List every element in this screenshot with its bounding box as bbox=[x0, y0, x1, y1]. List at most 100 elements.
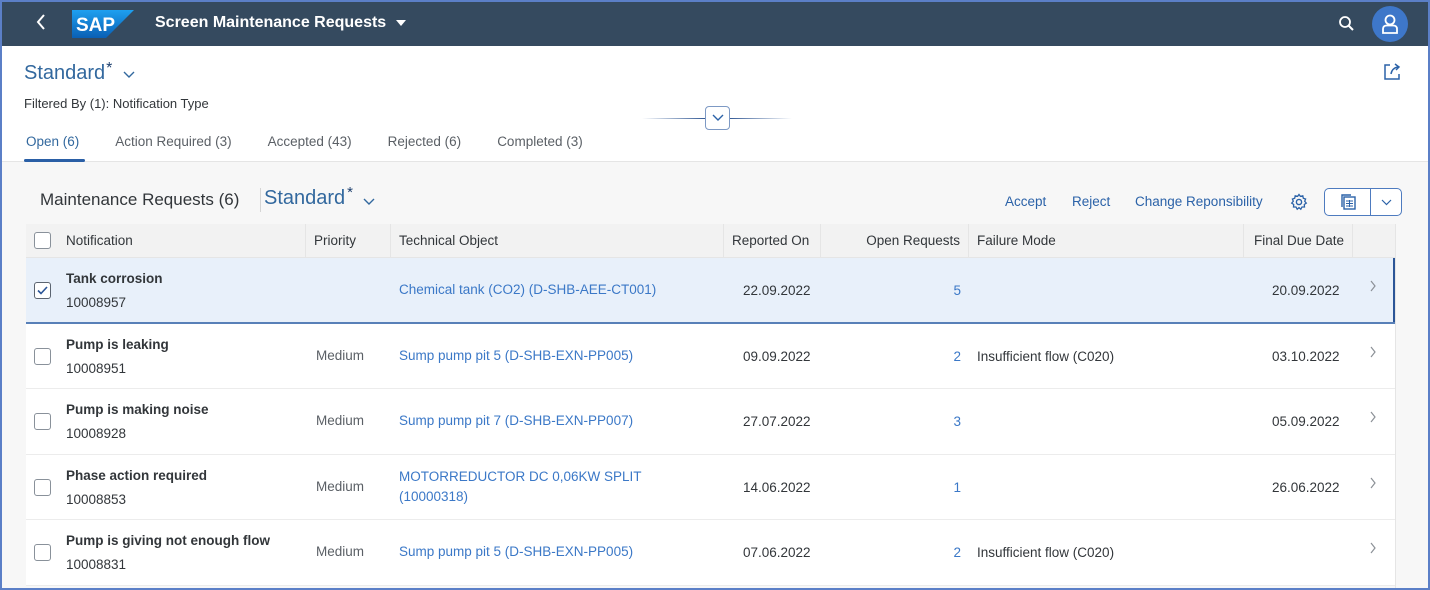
export-menu-button bbox=[1324, 188, 1402, 216]
export-to-spreadsheet-button[interactable] bbox=[1325, 189, 1371, 215]
technical-object-line2: (10000318) bbox=[399, 488, 469, 504]
table-scroll-gutter bbox=[1395, 224, 1428, 588]
chevron-right-icon bbox=[1370, 477, 1376, 488]
priority: Medium bbox=[316, 413, 365, 428]
final-due-date: 05.09.2022 bbox=[1272, 414, 1340, 429]
technical-object-link[interactable]: Sump pump pit 5 (D-SHB-EXN-PP005) bbox=[399, 346, 633, 366]
chevron-right-icon bbox=[1370, 411, 1376, 423]
tab-accepted[interactable]: Accepted (43) bbox=[266, 132, 354, 162]
row-navigation[interactable] bbox=[1369, 346, 1377, 361]
column-header-priority[interactable]: Priority bbox=[306, 224, 391, 258]
row-navigation[interactable] bbox=[1369, 477, 1377, 492]
change-responsibility-button[interactable]: Change Reponsibility bbox=[1135, 194, 1263, 209]
filter-header: Standard * Filtered By (1): Notification… bbox=[2, 46, 1428, 162]
tab-completed[interactable]: Completed (3) bbox=[495, 132, 585, 162]
final-due-date: 03.10.2022 bbox=[1272, 348, 1340, 364]
open-requests-link[interactable]: 2 bbox=[952, 545, 961, 560]
open-requests-link[interactable]: 3 bbox=[952, 414, 961, 429]
collapse-header-button[interactable] bbox=[705, 106, 730, 130]
variant-modified-marker: * bbox=[106, 60, 113, 77]
column-header-notification[interactable]: Notification bbox=[58, 224, 306, 258]
table-row[interactable]: Tank corrosion 10008957 Chemical tank (C… bbox=[26, 258, 1410, 324]
open-requests-link[interactable]: 2 bbox=[952, 349, 961, 364]
checkmark-icon bbox=[37, 286, 48, 295]
table-row[interactable]: Phase action required 10008853 Medium MO… bbox=[26, 454, 1410, 520]
row-navigation[interactable] bbox=[1369, 280, 1377, 295]
column-header-final-due-date[interactable]: Final Due Date bbox=[1244, 224, 1353, 258]
chevron-down-icon bbox=[363, 198, 375, 205]
failure-mode: Insufficient flow (C020) bbox=[977, 545, 1115, 560]
notification-number: 10008831 bbox=[66, 557, 127, 572]
svg-text:SAP: SAP bbox=[76, 15, 115, 36]
tab-action-required[interactable]: Action Required (3) bbox=[113, 132, 233, 162]
row-navigation[interactable] bbox=[1369, 542, 1377, 557]
chevron-right-icon bbox=[1370, 280, 1376, 292]
chevron-left-icon bbox=[36, 14, 45, 30]
final-due-date: 26.06.2022 bbox=[1272, 479, 1340, 495]
variant-name: Standard bbox=[24, 62, 106, 84]
table-title: Maintenance Requests (6) bbox=[40, 190, 240, 209]
reported-on: 27.07.2022 bbox=[743, 414, 811, 429]
notification-number: 10008928 bbox=[66, 426, 127, 441]
open-requests-link[interactable]: 5 bbox=[952, 283, 961, 298]
status-tabs: Open (6) Action Required (3) Accepted (4… bbox=[24, 132, 617, 162]
row-checkbox[interactable] bbox=[34, 413, 51, 430]
column-header-failure-mode[interactable]: Failure Mode bbox=[969, 224, 1244, 258]
row-checkbox[interactable] bbox=[34, 282, 51, 299]
shell-bar: SAP Screen Maintenance Requests bbox=[2, 2, 1428, 46]
accept-button[interactable]: Accept bbox=[1005, 194, 1046, 209]
back-button[interactable] bbox=[34, 12, 54, 36]
open-requests-link[interactable]: 1 bbox=[952, 480, 961, 495]
maintenance-requests-table: Notification Priority Technical Object R… bbox=[26, 224, 1410, 586]
reported-on: 14.06.2022 bbox=[743, 479, 811, 495]
row-checkbox[interactable] bbox=[34, 544, 51, 561]
table-header-row: Notification Priority Technical Object R… bbox=[26, 224, 1410, 258]
app-title-menu[interactable]: Screen Maintenance Requests bbox=[155, 14, 407, 32]
chevron-down-icon bbox=[1381, 199, 1391, 205]
priority: Medium bbox=[316, 347, 365, 363]
select-all-checkbox[interactable] bbox=[34, 232, 51, 249]
reject-button[interactable]: Reject bbox=[1072, 194, 1110, 209]
export-dropdown-button[interactable] bbox=[1371, 189, 1401, 215]
technical-object-link[interactable]: Sump pump pit 7 (D-SHB-EXN-PP007) bbox=[399, 411, 633, 431]
sap-logo[interactable]: SAP bbox=[72, 10, 134, 38]
table-settings-button[interactable] bbox=[1290, 193, 1308, 211]
technical-object-link[interactable]: MOTORREDUCTOR DC 0,06KW SPLIT (10000318) bbox=[399, 467, 642, 507]
notification-title: Pump is giving not enough flow bbox=[66, 533, 270, 548]
chevron-down-icon bbox=[712, 114, 723, 121]
table-row[interactable]: Pump is making noise 10008928 Medium Sum… bbox=[26, 389, 1410, 455]
app-title: Screen Maintenance Requests bbox=[155, 14, 387, 31]
row-checkbox[interactable] bbox=[34, 347, 51, 365]
reported-on: 09.09.2022 bbox=[743, 348, 811, 364]
technical-object-link[interactable]: Chemical tank (CO2) (D-SHB-AEE-CT001) bbox=[399, 280, 656, 300]
final-due-date: 20.09.2022 bbox=[1272, 283, 1340, 298]
toolbar-separator bbox=[260, 188, 261, 212]
table-toolbar: Maintenance Requests (6) Standard * Acce… bbox=[2, 174, 1428, 224]
notification-title: Pump is making noise bbox=[66, 402, 209, 417]
gear-icon bbox=[1290, 193, 1308, 211]
variant-selector[interactable]: Standard * bbox=[24, 60, 136, 85]
column-header-technical-object[interactable]: Technical Object bbox=[391, 224, 724, 258]
user-icon bbox=[1382, 14, 1398, 34]
table-row[interactable]: Pump is leaking 10008951 Medium Sump pum… bbox=[26, 323, 1410, 389]
chevron-down-icon bbox=[123, 71, 135, 78]
table-variant-name: Standard bbox=[264, 187, 346, 209]
header-collapse-control bbox=[642, 105, 792, 131]
column-header-reported-on[interactable]: Reported On bbox=[724, 224, 821, 258]
chevron-right-icon bbox=[1370, 346, 1376, 357]
tab-open[interactable]: Open (6) bbox=[24, 132, 86, 162]
row-checkbox[interactable] bbox=[34, 478, 51, 496]
search-icon bbox=[1339, 16, 1354, 31]
column-header-open-requests[interactable]: Open Requests bbox=[821, 224, 969, 258]
search-button[interactable] bbox=[1338, 15, 1356, 33]
reported-on: 07.06.2022 bbox=[743, 545, 811, 560]
user-avatar[interactable] bbox=[1372, 6, 1408, 42]
share-button[interactable] bbox=[1382, 62, 1402, 82]
table-variant-selector[interactable]: Standard * bbox=[264, 184, 376, 210]
row-navigation[interactable] bbox=[1369, 411, 1377, 426]
collapse-divider-right bbox=[730, 118, 792, 119]
tab-rejected[interactable]: Rejected (6) bbox=[386, 132, 464, 162]
table-row[interactable]: Pump is giving not enough flow 10008831 … bbox=[26, 520, 1410, 586]
technical-object-link[interactable]: Sump pump pit 5 (D-SHB-EXN-PP005) bbox=[399, 542, 633, 562]
app-window: SAP Screen Maintenance Requests Standard… bbox=[0, 0, 1430, 590]
